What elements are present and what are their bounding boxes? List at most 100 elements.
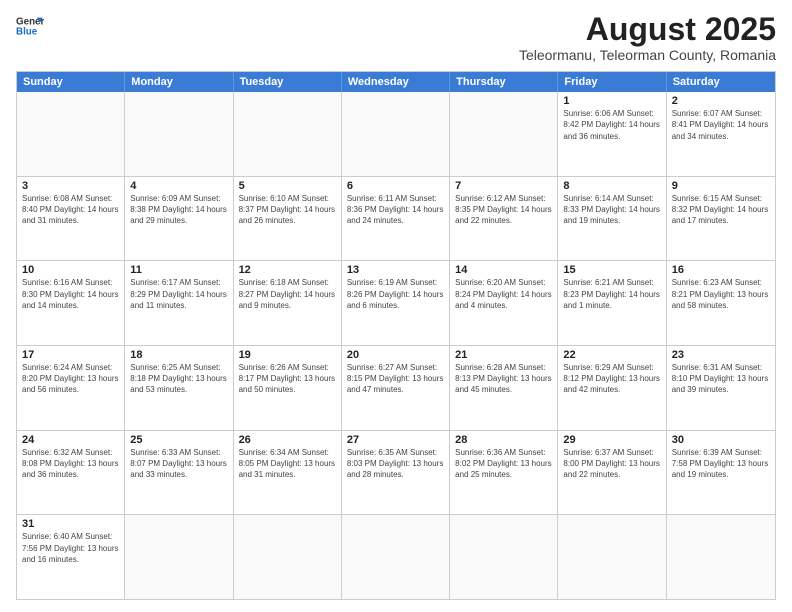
day-info: Sunrise: 6:29 AM Sunset: 8:12 PM Dayligh… <box>563 362 660 396</box>
cell-w3-d0: 17Sunrise: 6:24 AM Sunset: 8:20 PM Dayli… <box>17 346 125 430</box>
day-info: Sunrise: 6:36 AM Sunset: 8:02 PM Dayligh… <box>455 447 552 481</box>
day-info: Sunrise: 6:12 AM Sunset: 8:35 PM Dayligh… <box>455 193 552 227</box>
cell-w4-d6: 30Sunrise: 6:39 AM Sunset: 7:58 PM Dayli… <box>667 431 775 515</box>
cell-w5-d1 <box>125 515 233 599</box>
svg-text:Blue: Blue <box>16 26 38 37</box>
cell-w1-d3: 6Sunrise: 6:11 AM Sunset: 8:36 PM Daylig… <box>342 177 450 261</box>
cell-w3-d5: 22Sunrise: 6:29 AM Sunset: 8:12 PM Dayli… <box>558 346 666 430</box>
cell-w3-d6: 23Sunrise: 6:31 AM Sunset: 8:10 PM Dayli… <box>667 346 775 430</box>
dow-thursday: Thursday <box>450 72 558 92</box>
day-number: 3 <box>22 180 119 192</box>
day-info: Sunrise: 6:24 AM Sunset: 8:20 PM Dayligh… <box>22 362 119 396</box>
day-number: 10 <box>22 264 119 276</box>
cell-w2-d5: 15Sunrise: 6:21 AM Sunset: 8:23 PM Dayli… <box>558 261 666 345</box>
day-info: Sunrise: 6:16 AM Sunset: 8:30 PM Dayligh… <box>22 277 119 311</box>
dow-saturday: Saturday <box>667 72 775 92</box>
week-row-5: 31Sunrise: 6:40 AM Sunset: 7:56 PM Dayli… <box>17 514 775 599</box>
day-number: 22 <box>563 349 660 361</box>
day-info: Sunrise: 6:11 AM Sunset: 8:36 PM Dayligh… <box>347 193 444 227</box>
cell-w5-d0: 31Sunrise: 6:40 AM Sunset: 7:56 PM Dayli… <box>17 515 125 599</box>
cell-w1-d2: 5Sunrise: 6:10 AM Sunset: 8:37 PM Daylig… <box>234 177 342 261</box>
logo: General Blue <box>16 12 44 40</box>
cell-w3-d2: 19Sunrise: 6:26 AM Sunset: 8:17 PM Dayli… <box>234 346 342 430</box>
day-info: Sunrise: 6:15 AM Sunset: 8:32 PM Dayligh… <box>672 193 770 227</box>
day-number: 11 <box>130 264 227 276</box>
dow-friday: Friday <box>558 72 666 92</box>
day-number: 26 <box>239 434 336 446</box>
cell-w2-d0: 10Sunrise: 6:16 AM Sunset: 8:30 PM Dayli… <box>17 261 125 345</box>
week-row-0: 1Sunrise: 6:06 AM Sunset: 8:42 PM Daylig… <box>17 92 775 176</box>
cell-w2-d6: 16Sunrise: 6:23 AM Sunset: 8:21 PM Dayli… <box>667 261 775 345</box>
month-title: August 2025 <box>519 12 776 47</box>
cell-w2-d3: 13Sunrise: 6:19 AM Sunset: 8:26 PM Dayli… <box>342 261 450 345</box>
day-number: 2 <box>672 95 770 107</box>
location-title: Teleormanu, Teleorman County, Romania <box>519 47 776 63</box>
day-number: 15 <box>563 264 660 276</box>
day-info: Sunrise: 6:07 AM Sunset: 8:41 PM Dayligh… <box>672 108 770 142</box>
day-info: Sunrise: 6:27 AM Sunset: 8:15 PM Dayligh… <box>347 362 444 396</box>
cell-w0-d2 <box>234 92 342 176</box>
day-info: Sunrise: 6:25 AM Sunset: 8:18 PM Dayligh… <box>130 362 227 396</box>
day-number: 27 <box>347 434 444 446</box>
cell-w4-d4: 28Sunrise: 6:36 AM Sunset: 8:02 PM Dayli… <box>450 431 558 515</box>
cell-w1-d1: 4Sunrise: 6:09 AM Sunset: 8:38 PM Daylig… <box>125 177 233 261</box>
day-info: Sunrise: 6:37 AM Sunset: 8:00 PM Dayligh… <box>563 447 660 481</box>
cell-w0-d6: 2Sunrise: 6:07 AM Sunset: 8:41 PM Daylig… <box>667 92 775 176</box>
day-number: 24 <box>22 434 119 446</box>
cell-w4-d5: 29Sunrise: 6:37 AM Sunset: 8:00 PM Dayli… <box>558 431 666 515</box>
day-info: Sunrise: 6:14 AM Sunset: 8:33 PM Dayligh… <box>563 193 660 227</box>
dow-wednesday: Wednesday <box>342 72 450 92</box>
cell-w4-d1: 25Sunrise: 6:33 AM Sunset: 8:07 PM Dayli… <box>125 431 233 515</box>
day-number: 16 <box>672 264 770 276</box>
cell-w2-d1: 11Sunrise: 6:17 AM Sunset: 8:29 PM Dayli… <box>125 261 233 345</box>
cell-w0-d1 <box>125 92 233 176</box>
header: General Blue August 2025 Teleormanu, Tel… <box>16 12 776 63</box>
cell-w0-d4 <box>450 92 558 176</box>
day-number: 14 <box>455 264 552 276</box>
day-number: 12 <box>239 264 336 276</box>
cell-w0-d3 <box>342 92 450 176</box>
day-info: Sunrise: 6:32 AM Sunset: 8:08 PM Dayligh… <box>22 447 119 481</box>
day-number: 20 <box>347 349 444 361</box>
day-info: Sunrise: 6:28 AM Sunset: 8:13 PM Dayligh… <box>455 362 552 396</box>
day-number: 8 <box>563 180 660 192</box>
week-row-2: 10Sunrise: 6:16 AM Sunset: 8:30 PM Dayli… <box>17 260 775 345</box>
day-info: Sunrise: 6:06 AM Sunset: 8:42 PM Dayligh… <box>563 108 660 142</box>
cell-w1-d5: 8Sunrise: 6:14 AM Sunset: 8:33 PM Daylig… <box>558 177 666 261</box>
dow-monday: Monday <box>125 72 233 92</box>
cell-w2-d4: 14Sunrise: 6:20 AM Sunset: 8:24 PM Dayli… <box>450 261 558 345</box>
day-info: Sunrise: 6:35 AM Sunset: 8:03 PM Dayligh… <box>347 447 444 481</box>
cell-w5-d3 <box>342 515 450 599</box>
day-number: 4 <box>130 180 227 192</box>
day-info: Sunrise: 6:09 AM Sunset: 8:38 PM Dayligh… <box>130 193 227 227</box>
cell-w4-d0: 24Sunrise: 6:32 AM Sunset: 8:08 PM Dayli… <box>17 431 125 515</box>
day-number: 5 <box>239 180 336 192</box>
day-number: 9 <box>672 180 770 192</box>
day-info: Sunrise: 6:39 AM Sunset: 7:58 PM Dayligh… <box>672 447 770 481</box>
cell-w3-d4: 21Sunrise: 6:28 AM Sunset: 8:13 PM Dayli… <box>450 346 558 430</box>
cell-w1-d4: 7Sunrise: 6:12 AM Sunset: 8:35 PM Daylig… <box>450 177 558 261</box>
day-info: Sunrise: 6:34 AM Sunset: 8:05 PM Dayligh… <box>239 447 336 481</box>
day-info: Sunrise: 6:08 AM Sunset: 8:40 PM Dayligh… <box>22 193 119 227</box>
page: General Blue August 2025 Teleormanu, Tel… <box>0 0 792 612</box>
day-number: 17 <box>22 349 119 361</box>
day-number: 1 <box>563 95 660 107</box>
calendar-header: Sunday Monday Tuesday Wednesday Thursday… <box>17 72 775 92</box>
day-info: Sunrise: 6:40 AM Sunset: 7:56 PM Dayligh… <box>22 531 119 565</box>
cell-w2-d2: 12Sunrise: 6:18 AM Sunset: 8:27 PM Dayli… <box>234 261 342 345</box>
cell-w3-d1: 18Sunrise: 6:25 AM Sunset: 8:18 PM Dayli… <box>125 346 233 430</box>
day-info: Sunrise: 6:10 AM Sunset: 8:37 PM Dayligh… <box>239 193 336 227</box>
cell-w4-d3: 27Sunrise: 6:35 AM Sunset: 8:03 PM Dayli… <box>342 431 450 515</box>
day-number: 7 <box>455 180 552 192</box>
day-number: 13 <box>347 264 444 276</box>
calendar-body: 1Sunrise: 6:06 AM Sunset: 8:42 PM Daylig… <box>17 92 775 599</box>
day-info: Sunrise: 6:21 AM Sunset: 8:23 PM Dayligh… <box>563 277 660 311</box>
day-info: Sunrise: 6:31 AM Sunset: 8:10 PM Dayligh… <box>672 362 770 396</box>
week-row-3: 17Sunrise: 6:24 AM Sunset: 8:20 PM Dayli… <box>17 345 775 430</box>
day-number: 31 <box>22 518 119 530</box>
day-number: 6 <box>347 180 444 192</box>
cell-w5-d6 <box>667 515 775 599</box>
dow-sunday: Sunday <box>17 72 125 92</box>
calendar: Sunday Monday Tuesday Wednesday Thursday… <box>16 71 776 600</box>
day-info: Sunrise: 6:19 AM Sunset: 8:26 PM Dayligh… <box>347 277 444 311</box>
